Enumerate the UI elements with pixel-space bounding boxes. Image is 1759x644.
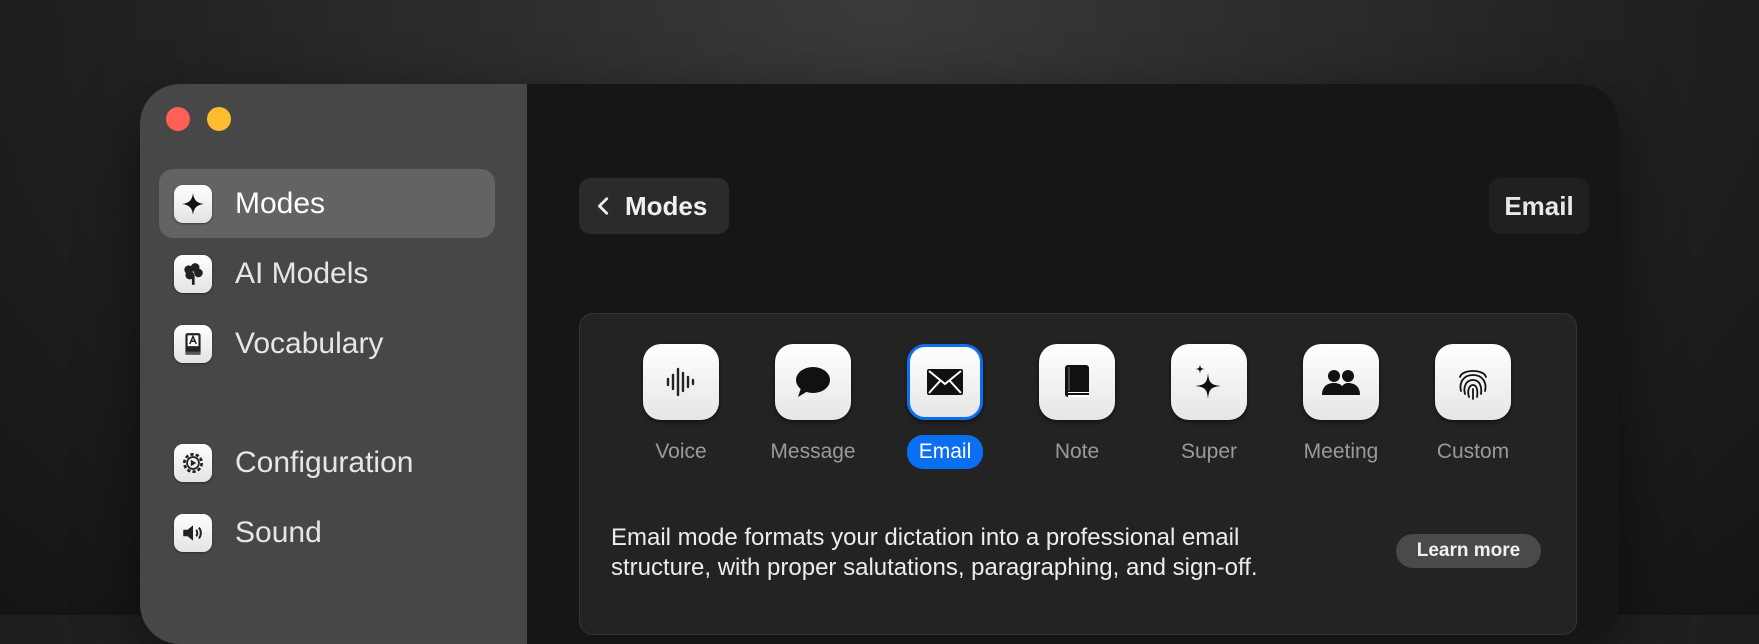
chevron-left-icon bbox=[598, 197, 609, 215]
mode-description-line: structure, with proper salutations, para… bbox=[611, 554, 1258, 581]
sidebar-item-label: Modes bbox=[235, 186, 326, 220]
main-panel: Modes Email Voice Message Email Note Sup… bbox=[527, 84, 1619, 644]
speech-bubble-icon bbox=[775, 344, 851, 420]
mode-label: Note bbox=[1054, 440, 1100, 463]
sidebar-item-modes[interactable]: Modes bbox=[159, 169, 495, 238]
page-title: Email bbox=[1489, 178, 1589, 234]
envelope-icon bbox=[907, 344, 983, 420]
gear-icon bbox=[174, 443, 212, 482]
dictionary-icon bbox=[174, 324, 212, 363]
people-icon bbox=[1303, 344, 1379, 420]
book-icon bbox=[1039, 344, 1115, 420]
mode-label: Voice bbox=[655, 440, 707, 463]
mode-option-note[interactable]: Note bbox=[1017, 344, 1137, 469]
fingerprint-icon bbox=[1435, 344, 1511, 420]
sidebar-item-vocabulary[interactable]: Vocabulary bbox=[159, 309, 495, 378]
mode-label: Custom bbox=[1436, 440, 1510, 463]
sidebar-item-sound[interactable]: Sound bbox=[159, 498, 495, 567]
mode-option-message[interactable]: Message bbox=[753, 344, 873, 469]
sidebar-item-label: AI Models bbox=[235, 256, 369, 290]
mode-label: Message bbox=[770, 440, 856, 463]
mode-option-custom[interactable]: Custom bbox=[1413, 344, 1533, 469]
minimize-window-button[interactable] bbox=[207, 107, 231, 131]
waveform-icon bbox=[643, 344, 719, 420]
sidebar: Modes AI Models Vocabulary Configuration bbox=[140, 84, 527, 644]
mode-description: Email mode formats your dictation into a… bbox=[611, 523, 1331, 583]
mode-description-line: Email mode formats your dictation into a… bbox=[611, 524, 1240, 551]
mode-option-email[interactable]: Email bbox=[885, 344, 1005, 469]
mode-card: Voice Message Email Note Super Meeting C… bbox=[579, 313, 1577, 635]
brain-tree-icon bbox=[174, 254, 212, 293]
back-button[interactable]: Modes bbox=[579, 178, 729, 234]
window-controls bbox=[166, 107, 231, 131]
sidebar-item-configuration[interactable]: Configuration bbox=[159, 428, 495, 497]
mode-option-super[interactable]: Super bbox=[1149, 344, 1269, 469]
sidebar-item-ai-models[interactable]: AI Models bbox=[159, 239, 495, 308]
mode-label: Meeting bbox=[1303, 440, 1379, 463]
back-button-label: Modes bbox=[625, 190, 708, 221]
mode-label: Super bbox=[1180, 440, 1238, 463]
learn-more-button[interactable]: Learn more bbox=[1396, 534, 1541, 568]
mode-option-meeting[interactable]: Meeting bbox=[1281, 344, 1401, 469]
sidebar-item-label: Vocabulary bbox=[235, 326, 384, 360]
mode-label: Email bbox=[906, 435, 984, 469]
close-window-button[interactable] bbox=[166, 107, 190, 131]
mode-option-voice[interactable]: Voice bbox=[621, 344, 741, 469]
app-window: Modes AI Models Vocabulary Configuration bbox=[140, 84, 1619, 644]
sidebar-item-label: Configuration bbox=[235, 445, 414, 479]
sparkles-icon bbox=[1171, 344, 1247, 420]
speaker-icon bbox=[174, 513, 212, 552]
sidebar-item-label: Sound bbox=[235, 515, 322, 549]
sparkle-icon bbox=[174, 184, 212, 223]
